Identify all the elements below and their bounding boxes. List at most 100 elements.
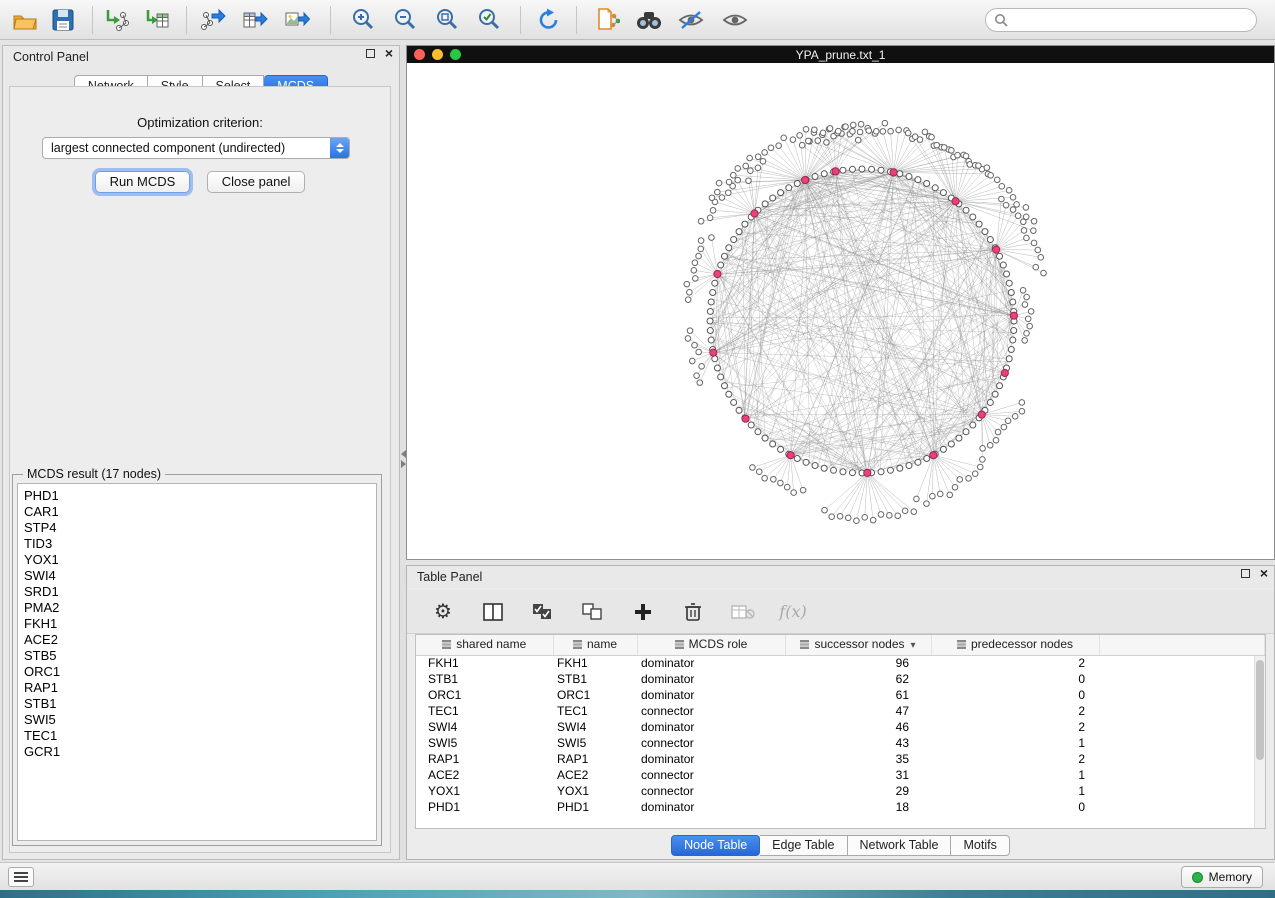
table-row[interactable]: SWI4SWI4dominator462 bbox=[416, 719, 1265, 735]
column-header-name[interactable]: name bbox=[553, 635, 637, 655]
float-table-panel-icon[interactable] bbox=[1241, 569, 1250, 578]
mcds-result-item[interactable]: RAP1 bbox=[24, 680, 376, 696]
zoom-selected-button[interactable] bbox=[472, 4, 506, 36]
tab-edge-table[interactable]: Edge Table bbox=[760, 835, 847, 856]
mcds-result-item[interactable]: STP4 bbox=[24, 520, 376, 536]
list-icon bbox=[14, 872, 28, 882]
save-icon bbox=[51, 8, 75, 32]
import-network-button[interactable] bbox=[100, 4, 134, 36]
export-table-button[interactable] bbox=[238, 4, 272, 36]
deselect-all-button[interactable] bbox=[579, 598, 607, 626]
table-row[interactable]: PHD1PHD1dominator180 bbox=[416, 799, 1265, 815]
zoom-in-icon bbox=[350, 7, 376, 33]
node-table-body: FKH1FKH1dominator962STB1STB1dominator620… bbox=[416, 655, 1265, 815]
export-image-button[interactable] bbox=[280, 4, 314, 36]
mcds-result-item[interactable]: SWI4 bbox=[24, 568, 376, 584]
mcds-result-item[interactable]: PMA2 bbox=[24, 600, 376, 616]
mcds-result-item[interactable]: GCR1 bbox=[24, 744, 376, 760]
toolbar-separator bbox=[330, 6, 331, 34]
column-header-mcds-role[interactable]: MCDS role bbox=[637, 635, 785, 655]
close-panel-button[interactable]: Close panel bbox=[207, 171, 306, 193]
control-panel: Control Panel × Network Style Select MCD… bbox=[2, 45, 400, 860]
table-panel-tabs: Node Table Edge Table Network Table Moti… bbox=[407, 835, 1274, 856]
mcds-result-item[interactable]: STB1 bbox=[24, 696, 376, 712]
network-view-title: YPA_prune.txt_1 bbox=[407, 48, 1274, 62]
column-header-predecessor-nodes[interactable]: predecessor nodes bbox=[931, 635, 1099, 655]
mcds-result-item[interactable]: YOX1 bbox=[24, 552, 376, 568]
close-panel-icon[interactable]: × bbox=[385, 49, 393, 58]
mcds-result-item[interactable]: ORC1 bbox=[24, 664, 376, 680]
zoom-out-button[interactable] bbox=[388, 4, 422, 36]
tab-node-table[interactable]: Node Table bbox=[671, 835, 760, 856]
eye-slash-icon bbox=[677, 9, 705, 31]
table-scrollbar[interactable] bbox=[1254, 656, 1265, 828]
mcds-result-item[interactable]: CAR1 bbox=[24, 504, 376, 520]
table-row[interactable]: STB1STB1dominator620 bbox=[416, 671, 1265, 687]
share-document-button[interactable] bbox=[590, 4, 624, 36]
export-table-icon bbox=[242, 7, 268, 33]
toolbar-separator bbox=[186, 6, 187, 34]
mcds-result-item[interactable]: SWI5 bbox=[24, 712, 376, 728]
table-row[interactable]: FKH1FKH1dominator962 bbox=[416, 655, 1265, 671]
mcds-result-item[interactable]: STB5 bbox=[24, 648, 376, 664]
search-box[interactable] bbox=[985, 8, 1257, 32]
memory-label: Memory bbox=[1209, 870, 1252, 884]
mcds-result-item[interactable]: SRD1 bbox=[24, 584, 376, 600]
export-network-button[interactable] bbox=[196, 4, 230, 36]
delete-column-button[interactable] bbox=[679, 598, 707, 626]
show-graphics-button[interactable] bbox=[718, 4, 752, 36]
search-network-button[interactable] bbox=[632, 4, 666, 36]
optimization-criterion-label: Optimization criterion: bbox=[10, 115, 390, 130]
criterion-dropdown-value: largest connected component (undirected) bbox=[43, 141, 330, 155]
table-scrollbar-thumb[interactable] bbox=[1256, 660, 1264, 760]
mcds-result-item[interactable]: TID3 bbox=[24, 536, 376, 552]
run-mcds-button[interactable]: Run MCDS bbox=[95, 171, 191, 193]
table-row[interactable]: RAP1RAP1dominator352 bbox=[416, 751, 1265, 767]
mcds-result-item[interactable]: TEC1 bbox=[24, 728, 376, 744]
zoom-in-button[interactable] bbox=[346, 4, 380, 36]
table-row[interactable]: TEC1TEC1connector472 bbox=[416, 703, 1265, 719]
dropdown-stepper-icon bbox=[330, 138, 349, 158]
table-row[interactable]: ORC1ORC1dominator610 bbox=[416, 687, 1265, 703]
open-session-button[interactable] bbox=[8, 4, 42, 36]
zoom-fit-button[interactable] bbox=[430, 4, 464, 36]
save-session-button[interactable] bbox=[46, 4, 80, 36]
binoculars-icon bbox=[635, 8, 663, 32]
control-panel-header: Control Panel × bbox=[3, 46, 399, 68]
function-builder-button: f(x) bbox=[779, 598, 807, 626]
import-network-icon bbox=[104, 7, 130, 33]
show-columns-button[interactable] bbox=[479, 598, 507, 626]
share-document-icon bbox=[594, 7, 620, 33]
mcds-result-item[interactable]: FKH1 bbox=[24, 616, 376, 632]
mcds-result-item[interactable]: ACE2 bbox=[24, 632, 376, 648]
refresh-button[interactable] bbox=[532, 4, 566, 36]
import-table-button[interactable] bbox=[140, 4, 174, 36]
column-header-shared-name[interactable]: shared name bbox=[416, 635, 553, 655]
table-row[interactable]: SWI5SWI5connector431 bbox=[416, 735, 1265, 751]
tab-motifs[interactable]: Motifs bbox=[951, 835, 1009, 856]
criterion-dropdown[interactable]: largest connected component (undirected) bbox=[42, 137, 350, 159]
clear-table-button-disabled bbox=[729, 598, 757, 626]
plus-icon bbox=[633, 602, 653, 622]
column-header-successor-nodes[interactable]: successor nodes▾ bbox=[785, 635, 931, 655]
mcds-result-item[interactable]: PHD1 bbox=[24, 488, 376, 504]
network-canvas[interactable] bbox=[407, 63, 1274, 559]
mcds-result-group: MCDS result (17 nodes) PHD1CAR1STP4TID3Y… bbox=[12, 467, 382, 846]
mcds-result-list[interactable]: PHD1CAR1STP4TID3YOX1SWI4SRD1PMA2FKH1ACE2… bbox=[17, 483, 377, 841]
float-panel-icon[interactable] bbox=[366, 49, 375, 58]
column-type-icon bbox=[573, 640, 582, 649]
tab-network-table[interactable]: Network Table bbox=[848, 835, 952, 856]
search-input[interactable] bbox=[1013, 13, 1248, 27]
table-row[interactable]: YOX1YOX1connector291 bbox=[416, 783, 1265, 799]
table-row[interactable]: ACE2ACE2connector311 bbox=[416, 767, 1265, 783]
panel-toggle-button[interactable] bbox=[8, 867, 34, 887]
table-settings-button[interactable]: ⚙ bbox=[429, 598, 457, 626]
mcds-tab-panel: Optimization criterion: largest connecte… bbox=[9, 86, 391, 853]
column-type-icon bbox=[957, 640, 966, 649]
memory-button[interactable]: Memory bbox=[1181, 866, 1263, 888]
close-table-panel-icon[interactable]: × bbox=[1260, 569, 1268, 578]
select-all-button[interactable] bbox=[529, 598, 557, 626]
eye-icon bbox=[721, 9, 749, 31]
create-column-button[interactable] bbox=[629, 598, 657, 626]
hide-graphics-button[interactable] bbox=[674, 4, 708, 36]
